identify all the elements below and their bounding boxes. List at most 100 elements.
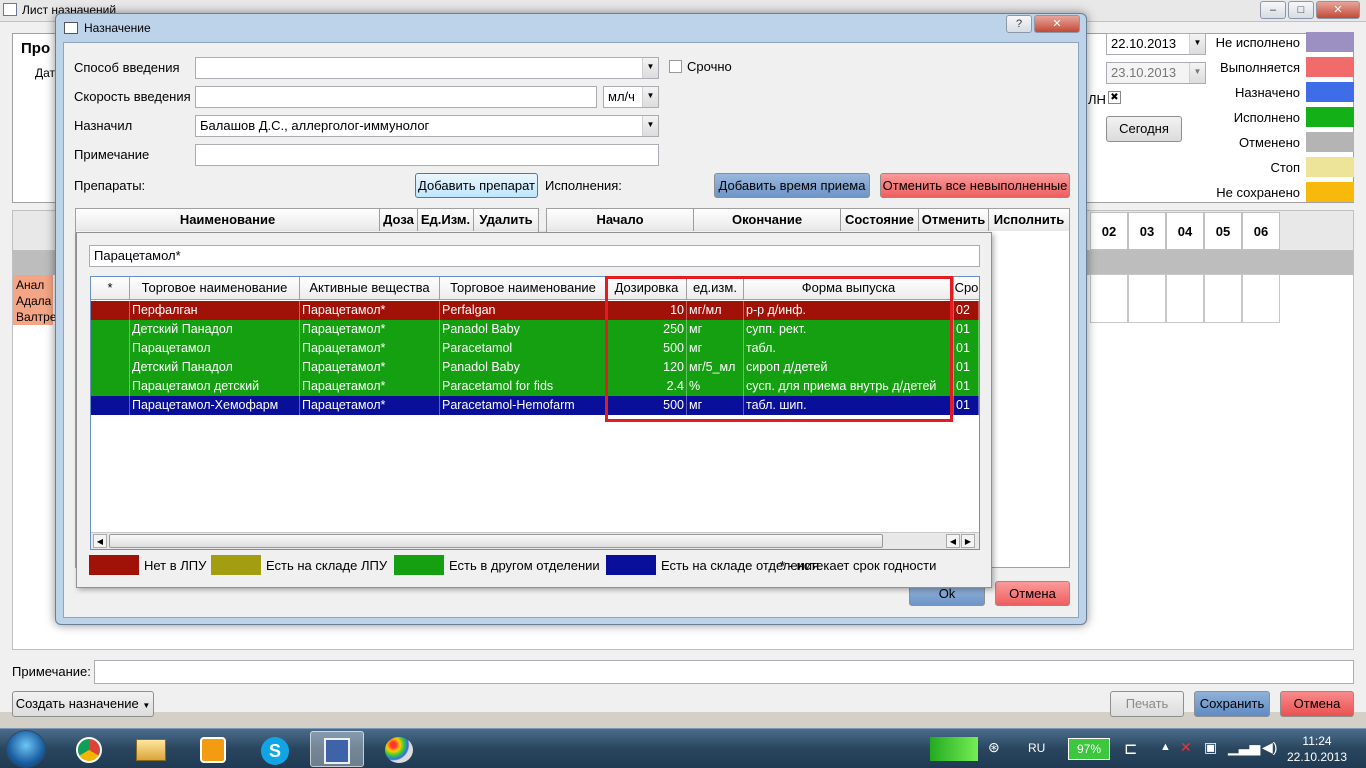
speed-input[interactable] <box>195 86 597 108</box>
drug-item[interactable]: Валтре <box>16 309 57 325</box>
highlight-box <box>605 276 953 422</box>
ln-checkbox[interactable]: ✖ <box>1108 91 1121 104</box>
scroll-left-icon[interactable]: ◀ <box>93 534 107 548</box>
chevron-down-icon[interactable]: ▼ <box>1189 34 1205 54</box>
cell-active: Парацетамол* <box>300 320 440 339</box>
col-state[interactable]: Состояние <box>841 209 919 231</box>
urgent-checkbox[interactable] <box>669 60 682 73</box>
prescriber-label: Назначил <box>74 118 133 133</box>
date-from-picker[interactable]: 22.10.2013 ▼ <box>1106 33 1206 55</box>
power-icon[interactable]: ⊏ <box>1124 739 1137 759</box>
battery-indicator[interactable]: 97% <box>1068 738 1110 760</box>
availability-legend: Нет в ЛПУ Есть на складе ЛПУ Есть в другом… <box>89 555 989 577</box>
outlook-taskbar-icon[interactable] <box>186 731 240 767</box>
col-start[interactable]: Начало <box>547 209 694 231</box>
clock-date[interactable]: 22.10.2013 <box>1282 750 1352 764</box>
bottom-note-input[interactable] <box>94 660 1354 684</box>
drug-search-input[interactable]: Парацетамол* <box>89 245 980 267</box>
cancel-all-button[interactable]: Отменить все невыполненные <box>880 173 1070 198</box>
status-legend-swatch <box>1306 82 1354 102</box>
cell-term: 01 <box>954 339 979 358</box>
date-label: Дат <box>35 66 56 80</box>
chevron-down-icon[interactable]: ▼ <box>642 87 658 107</box>
speed-unit-value: мл/ч <box>608 89 635 104</box>
dialog-icon <box>64 22 78 34</box>
availability-label: Есть в другом отделении <box>449 558 600 573</box>
add-time-button[interactable]: Добавить время приема <box>714 173 870 198</box>
chevron-down-icon[interactable]: ▼ <box>642 58 658 78</box>
today-button[interactable]: Сегодня <box>1106 116 1182 142</box>
route-combo[interactable]: ▼ <box>195 57 659 79</box>
prescriber-combo[interactable]: Балашов Д.С., аллерголог-иммунолог ▼ <box>195 115 659 137</box>
chevron-down-icon[interactable]: ▼ <box>642 116 658 136</box>
hour-cell[interactable] <box>1166 274 1204 323</box>
drug-item[interactable]: Анал <box>16 277 50 293</box>
language-indicator[interactable]: RU <box>1028 741 1045 755</box>
status-legend-label: Выполняется <box>1220 60 1300 75</box>
speed-unit-combo[interactable]: мл/ч ▼ <box>603 86 659 108</box>
cell-active: Парацетамол* <box>300 396 440 415</box>
date-to-picker[interactable]: 23.10.2013 ▼ <box>1106 62 1206 84</box>
hour-header-cell: 05 <box>1204 212 1242 250</box>
status-legend-swatch <box>1306 57 1354 77</box>
hour-cell[interactable] <box>1242 274 1280 323</box>
wifi-bars-icon[interactable]: ▁▃▅ <box>1228 739 1260 756</box>
cell-active: Парацетамол* <box>300 339 440 358</box>
minimize-button[interactable]: – <box>1260 1 1286 19</box>
col-term[interactable]: Сро <box>954 277 979 300</box>
status-legend-swatch <box>1306 182 1354 202</box>
scroll-left-icon[interactable]: ◀ <box>946 534 960 548</box>
scroll-thumb[interactable] <box>109 534 883 548</box>
explorer-taskbar-icon[interactable] <box>124 731 178 767</box>
clock-time[interactable]: 11:24 <box>1288 734 1346 748</box>
drug-list: Анал Адала Валтре <box>13 275 57 325</box>
tray-expand-icon[interactable]: ▲ <box>1160 741 1171 753</box>
save-button[interactable]: Сохранить <box>1194 691 1270 717</box>
cancel-button[interactable]: Отмена <box>1280 691 1354 717</box>
horizontal-scrollbar[interactable]: ◀ ◀ ▶ <box>91 532 979 549</box>
col-end[interactable]: Окончание <box>694 209 841 231</box>
skype-taskbar-icon[interactable]: S <box>248 731 302 767</box>
col-cancel[interactable]: Отменить <box>919 209 989 231</box>
create-prescription-button[interactable]: Создать назначение ▼ <box>12 691 154 717</box>
chevron-down-icon[interactable]: ▼ <box>1189 63 1205 83</box>
status-legend-label: Стоп <box>1270 160 1300 175</box>
status-legend-label: Не сохранено <box>1216 185 1300 200</box>
dialog-close-button[interactable]: ✕ <box>1034 15 1080 33</box>
print-button[interactable]: Печать <box>1110 691 1184 717</box>
volume-icon[interactable]: ◀) <box>1262 739 1277 756</box>
cell-trade-en: Panadol Baby <box>440 320 607 339</box>
col-active-substances[interactable]: Активные вещества <box>300 277 440 300</box>
help-button[interactable]: ? <box>1006 15 1032 33</box>
col-execute[interactable]: Исполнить <box>989 209 1069 231</box>
col-unit[interactable]: Ед.Изм. <box>418 209 474 231</box>
col-dose[interactable]: Доза <box>380 209 418 231</box>
col-trade-name-ru[interactable]: Торговое наименование <box>130 277 300 300</box>
col-star[interactable]: * <box>91 277 130 300</box>
scroll-right-icon[interactable]: ▶ <box>961 534 975 548</box>
add-drug-button[interactable]: Добавить препарат <box>415 173 538 198</box>
note-input[interactable] <box>195 144 659 166</box>
hour-cell[interactable] <box>1090 274 1128 323</box>
expiry-note: * - истекает срок годности <box>780 558 937 573</box>
col-delete[interactable]: Удалить <box>474 209 538 231</box>
cell-term: 01 <box>954 320 979 339</box>
start-button[interactable] <box>6 730 46 768</box>
maximize-button[interactable]: □ <box>1288 1 1314 19</box>
drug-item[interactable]: Адала <box>16 293 51 309</box>
paint-taskbar-icon[interactable] <box>372 731 426 767</box>
hour-cell[interactable] <box>1204 274 1242 323</box>
status-legend: Не исполнено Выполняется Назначено Исполнен… <box>1208 32 1358 207</box>
app-taskbar-icon-active[interactable] <box>310 731 364 767</box>
close-button[interactable]: ✕ <box>1316 1 1360 19</box>
chrome-taskbar-icon[interactable] <box>62 731 116 767</box>
device-icon[interactable]: ▣ <box>1204 739 1217 756</box>
col-trade-name-en[interactable]: Торговое наименование <box>440 277 607 300</box>
flag-icon[interactable]: ✕ <box>1180 739 1192 756</box>
taskbar: S ⊛ RU 97% ⊏ ▲ ✕ ▣ ▁▃▅ ◀) 11:24 22.10.20… <box>0 728 1366 768</box>
hour-cell[interactable] <box>1128 274 1166 323</box>
network-icon[interactable]: ⊛ <box>988 739 1008 759</box>
cell-active: Парацетамол* <box>300 377 440 396</box>
col-name[interactable]: Наименование <box>76 209 380 231</box>
dialog-cancel-button[interactable]: Отмена <box>995 581 1070 606</box>
